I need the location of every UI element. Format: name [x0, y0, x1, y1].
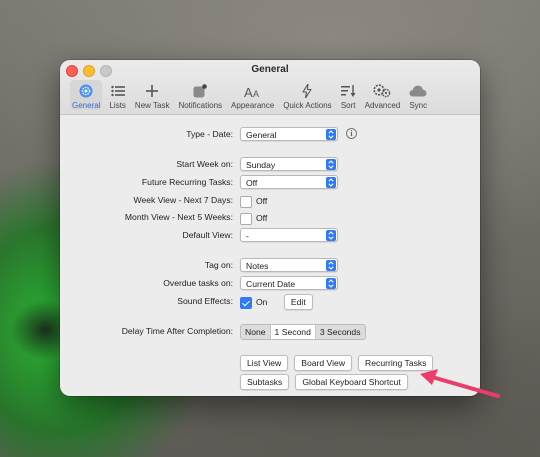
- tab-general-label: General: [72, 101, 101, 110]
- sound-effects-checkbox[interactable]: [240, 297, 252, 310]
- default-view-popup[interactable]: -: [240, 228, 338, 242]
- delay-time-segmented-control: None 1 Second 3 Seconds: [240, 324, 366, 340]
- row-delay-time: Delay Time After Completion: None 1 Seco…: [60, 323, 480, 340]
- future-recurring-label: Future Recurring Tasks:: [141, 177, 233, 187]
- sort-icon: [340, 85, 356, 97]
- month-view-label: Month View - Next 5 Weeks:: [124, 212, 233, 222]
- tab-sort[interactable]: Sort: [339, 80, 358, 110]
- chevron-updown-icon: [326, 230, 336, 241]
- cloud-icon: [409, 85, 427, 97]
- subtasks-button[interactable]: Subtasks: [240, 374, 290, 390]
- tag-on-label: Tag on:: [204, 260, 233, 270]
- overdue-label: Overdue tasks on:: [163, 278, 233, 288]
- info-icon[interactable]: i: [346, 128, 357, 139]
- row-start-week: Start Week on: Sunday: [60, 156, 480, 172]
- delay-option-none[interactable]: None: [241, 325, 270, 339]
- row-overdue: Overdue tasks on: Current Date: [60, 275, 480, 291]
- tab-quick-actions-label: Quick Actions: [283, 101, 332, 110]
- tab-notifications[interactable]: Notifications: [176, 80, 224, 110]
- month-view-value: Off: [256, 212, 268, 223]
- notification-icon: [193, 84, 208, 98]
- row-future-recurring: Future Recurring Tasks: Off: [60, 174, 480, 190]
- start-week-label: Start Week on:: [176, 159, 233, 169]
- extras-button-row: Subtasks Global Keyboard Shortcut: [240, 374, 408, 390]
- chevron-updown-icon: [326, 260, 336, 271]
- delay-option-3-seconds[interactable]: 3 Seconds: [316, 325, 365, 339]
- bolt-icon: [302, 84, 312, 98]
- text-size-icon: A A: [244, 85, 259, 98]
- overdue-popup[interactable]: Current Date: [240, 276, 338, 290]
- row-month-view: Month View - Next 5 Weeks: Off: [60, 209, 480, 226]
- type-date-value: General: [246, 130, 277, 140]
- plus-icon: [146, 85, 159, 97]
- delay-time-label: Delay Time After Completion:: [121, 326, 233, 336]
- week-view-label: Week View - Next 7 Days:: [133, 195, 234, 205]
- default-view-label: Default View:: [182, 230, 233, 240]
- tag-on-value: Notes: [246, 261, 269, 271]
- start-week-value: Sunday: [246, 160, 276, 170]
- preferences-toolbar: General Lists New Task Notifications A A…: [70, 80, 434, 110]
- overdue-value: Current Date: [246, 279, 296, 289]
- row-sound-effects: Sound Effects: On Edit: [60, 293, 480, 310]
- week-view-checkbox[interactable]: [240, 196, 252, 209]
- future-recurring-popup[interactable]: Off: [240, 175, 338, 189]
- tab-notifications-label: Notifications: [178, 101, 223, 110]
- week-view-value: Off: [256, 195, 268, 206]
- gear-icon: [79, 84, 93, 98]
- tab-sort-label: Sort: [340, 101, 356, 110]
- svg-text:A: A: [244, 85, 253, 98]
- start-week-popup[interactable]: Sunday: [240, 157, 338, 171]
- tab-new-task-label: New Task: [134, 101, 170, 110]
- titlebar: General General Lists New Task Notificat…: [60, 60, 480, 115]
- chevron-updown-icon: [326, 129, 336, 140]
- general-settings-panel: Type - Date: General i Start Week on: Su…: [60, 115, 480, 396]
- row-type-date: Type - Date: General i: [60, 126, 480, 142]
- delay-option-1-second[interactable]: 1 Second: [269, 325, 316, 339]
- gears-icon: [373, 84, 391, 98]
- tab-advanced-label: Advanced: [364, 101, 401, 110]
- row-week-view: Week View - Next 7 Days: Off: [60, 192, 480, 209]
- list-icon: [110, 85, 125, 97]
- type-date-popup[interactable]: General: [240, 127, 338, 141]
- future-recurring-value: Off: [246, 178, 258, 188]
- month-view-checkbox[interactable]: [240, 213, 252, 226]
- svg-text:A: A: [253, 89, 259, 98]
- tab-new-task[interactable]: New Task: [133, 80, 172, 110]
- chevron-updown-icon: [326, 278, 336, 289]
- tab-lists-label: Lists: [109, 101, 126, 110]
- row-tag-on: Tag on: Notes: [60, 257, 480, 273]
- annotation-arrow-icon: [420, 369, 500, 398]
- list-view-button[interactable]: List View: [240, 355, 289, 371]
- preferences-window: General General Lists New Task Notificat…: [60, 60, 480, 396]
- tab-advanced[interactable]: Advanced: [363, 80, 403, 110]
- default-view-value: -: [246, 231, 249, 241]
- tab-quick-actions[interactable]: Quick Actions: [281, 80, 333, 110]
- window-title: General: [251, 64, 289, 75]
- sound-edit-button[interactable]: Edit: [283, 293, 313, 310]
- tab-appearance-label: Appearance: [231, 101, 275, 110]
- tag-on-popup[interactable]: Notes: [240, 258, 338, 272]
- sound-effects-value: On: [256, 296, 268, 307]
- tab-general[interactable]: General: [70, 80, 103, 110]
- chevron-updown-icon: [326, 159, 336, 170]
- tab-appearance[interactable]: A A Appearance: [229, 80, 276, 111]
- row-default-view: Default View: -: [60, 227, 480, 243]
- global-keyboard-shortcut-button[interactable]: Global Keyboard Shortcut: [295, 374, 408, 390]
- sound-effects-label: Sound Effects:: [177, 296, 233, 306]
- board-view-button[interactable]: Board View: [294, 355, 353, 371]
- type-date-label: Type - Date:: [186, 129, 233, 139]
- chevron-updown-icon: [326, 177, 336, 188]
- tab-lists[interactable]: Lists: [107, 80, 127, 110]
- tab-sync[interactable]: Sync: [407, 80, 429, 110]
- views-button-row: List View Board View Recurring Tasks: [240, 355, 434, 371]
- tab-sync-label: Sync: [409, 101, 428, 110]
